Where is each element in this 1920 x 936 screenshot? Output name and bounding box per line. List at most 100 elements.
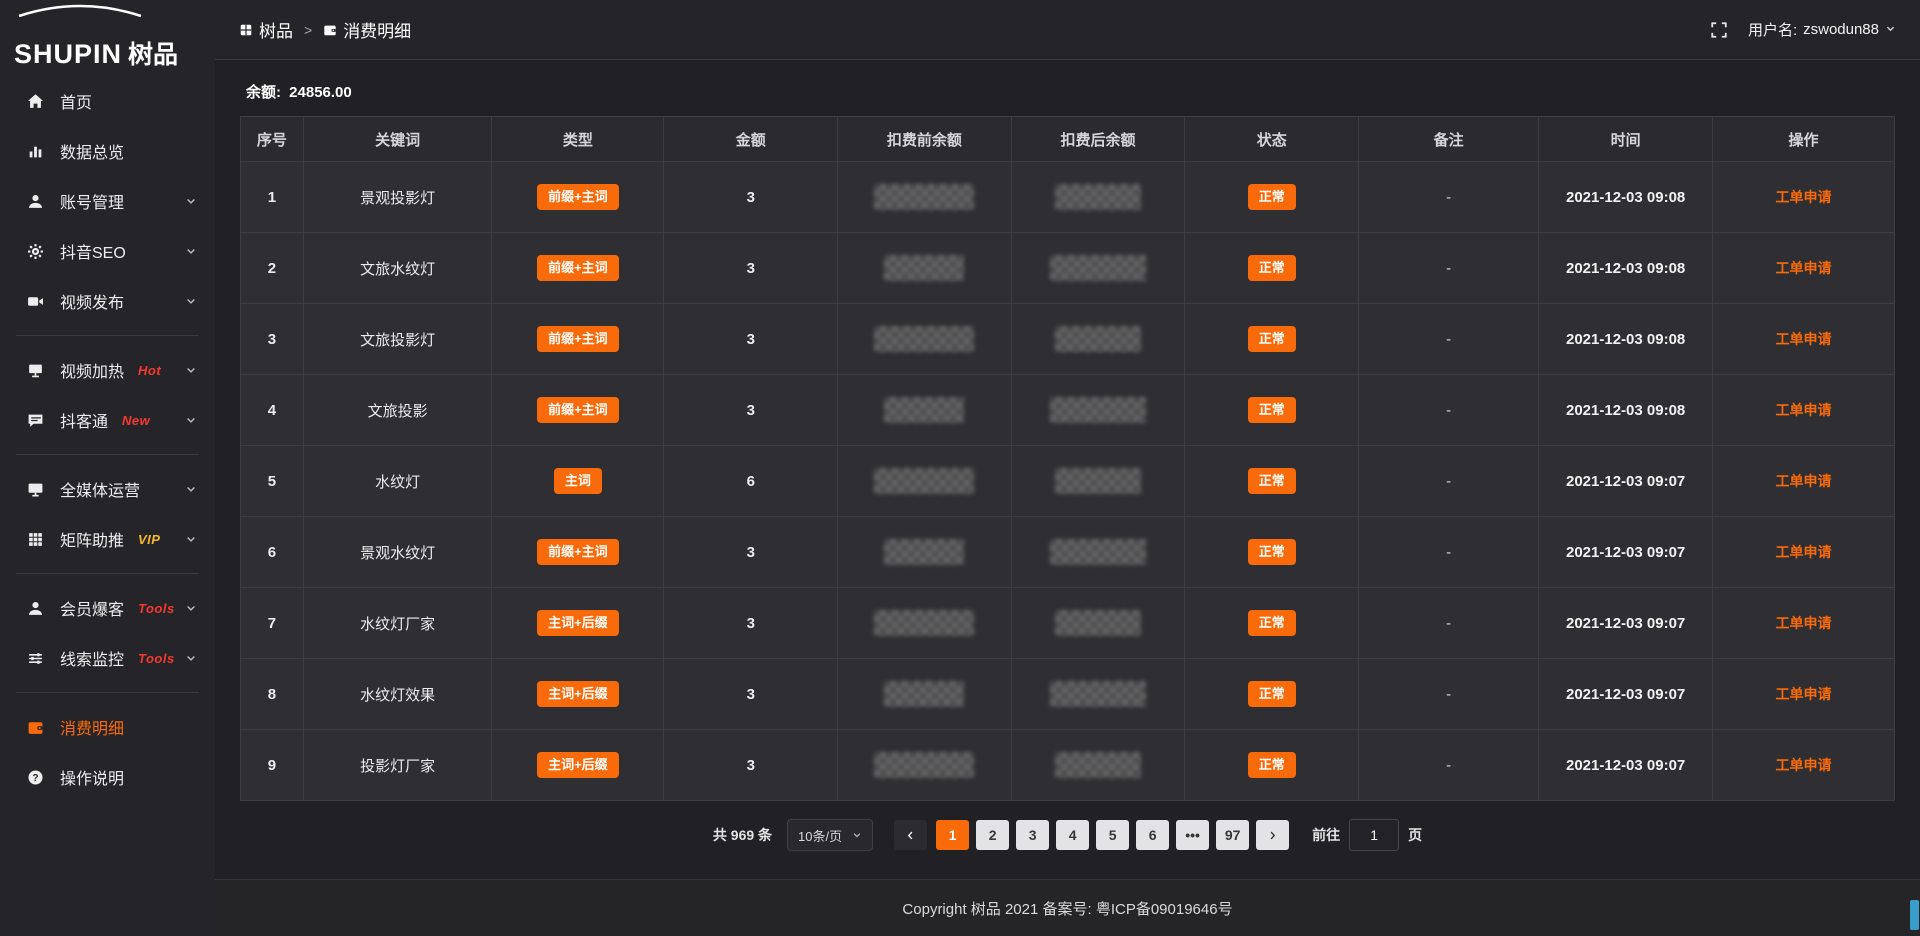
top-header: 树品 > 消费明细 用户名: zswodun88 xyxy=(215,0,1920,60)
page-button-6[interactable]: 6 xyxy=(1136,820,1169,850)
cell-post-balance xyxy=(1011,588,1185,659)
next-page-button[interactable] xyxy=(1256,820,1289,850)
type-badge: 前缀+主词 xyxy=(537,326,619,352)
work-order-link[interactable]: 工单申请 xyxy=(1775,757,1831,773)
sidebar-item-member-baoke[interactable]: 会员爆客Tools xyxy=(0,583,215,633)
prev-page-button[interactable] xyxy=(894,820,927,850)
sidebar-divider xyxy=(16,454,199,455)
masked-value xyxy=(874,610,974,636)
cell-time: 2021-12-03 09:08 xyxy=(1539,375,1713,446)
work-order-link[interactable]: 工单申请 xyxy=(1775,189,1831,205)
sidebar-divider xyxy=(16,335,199,336)
sidebar-item-video-publish[interactable]: 视频发布 xyxy=(0,276,215,326)
sidebar-item-label: 消费明细 xyxy=(60,715,124,739)
wallet-icon xyxy=(26,718,44,736)
page-button-3[interactable]: 3 xyxy=(1016,820,1049,850)
breadcrumb-item-current[interactable]: 消费明细 xyxy=(323,17,411,42)
sidebar-item-account-manage[interactable]: 账号管理 xyxy=(0,176,215,226)
masked-value xyxy=(1050,397,1146,423)
sidebar-item-douketong[interactable]: 抖客通 New xyxy=(0,395,215,445)
cell-status: 正常 xyxy=(1185,304,1359,375)
sidebar-item-label: 账号管理 xyxy=(60,189,124,213)
more-pages-button[interactable]: ••• xyxy=(1176,820,1209,850)
scrollbar-thumb[interactable] xyxy=(1910,900,1919,930)
chevron-down-icon xyxy=(185,195,197,207)
cell-post-balance xyxy=(1011,375,1185,446)
work-order-link[interactable]: 工单申请 xyxy=(1775,473,1831,489)
status-badge: 正常 xyxy=(1248,184,1296,210)
page-button-2[interactable]: 2 xyxy=(976,820,1009,850)
monitor-icon xyxy=(26,480,44,498)
user-dropdown[interactable]: 用户名: zswodun88 xyxy=(1748,19,1896,40)
page-buttons: 123456•••97 xyxy=(936,820,1249,850)
cell-keyword: 文旅投影 xyxy=(303,375,492,446)
work-order-link[interactable]: 工单申请 xyxy=(1775,402,1831,418)
cell-remark: - xyxy=(1359,162,1539,233)
sidebar-item-badge: New xyxy=(122,413,150,428)
work-order-link[interactable]: 工单申请 xyxy=(1775,331,1831,347)
sidebar-item-clue-monitor[interactable]: 线索监控Tools xyxy=(0,633,215,683)
footer: Copyright 树品 2021 备案号: 粤ICP备09019646号 xyxy=(215,879,1920,936)
cell-index: 8 xyxy=(241,659,304,730)
work-order-link[interactable]: 工单申请 xyxy=(1775,686,1831,702)
cell-index: 9 xyxy=(241,730,304,801)
cell-amount: 6 xyxy=(664,446,838,517)
sidebar-item-video-heat[interactable]: 视频加热Hot xyxy=(0,345,215,395)
masked-value xyxy=(884,255,964,281)
cell-time: 2021-12-03 09:08 xyxy=(1539,304,1713,375)
cell-amount: 3 xyxy=(664,588,838,659)
sidebar-item-media-operation[interactable]: 全媒体运营 xyxy=(0,464,215,514)
work-order-link[interactable]: 工单申请 xyxy=(1775,544,1831,560)
chevron-down-icon xyxy=(185,652,197,664)
masked-value xyxy=(884,539,964,565)
breadcrumb-item-home[interactable]: 树品 xyxy=(239,17,293,42)
sidebar-item-operation-guide[interactable]: ?操作说明 xyxy=(0,752,215,802)
sidebar-menu: 首页数据总览账号管理抖音SEO视频发布视频加热Hot 抖客通 New 全媒体运营矩阵助… xyxy=(0,76,215,802)
app-window: SHUPIN 树品 首页数据总览账号管理抖音SEO视频发布视频加热Hot抖客通N… xyxy=(0,0,1920,936)
cell-status: 正常 xyxy=(1185,588,1359,659)
page-button-4[interactable]: 4 xyxy=(1056,820,1089,850)
cell-type: 主词 xyxy=(492,446,664,517)
screen-icon xyxy=(26,361,44,379)
cell-remark: - xyxy=(1359,375,1539,446)
sidebar-item-home[interactable]: 首页 xyxy=(0,76,215,126)
sidebar-item-data-overview[interactable]: 数据总览 xyxy=(0,126,215,176)
type-badge: 前缀+主词 xyxy=(537,184,619,210)
work-order-link[interactable]: 工单申请 xyxy=(1775,260,1831,276)
cell-pre-balance xyxy=(838,517,1012,588)
sidebar-item-label: 抖客通 xyxy=(60,408,108,432)
cell-pre-balance xyxy=(838,375,1012,446)
page-size-select[interactable]: 10条/页 xyxy=(787,819,873,851)
page-button-1[interactable]: 1 xyxy=(936,820,969,850)
cell-time: 2021-12-03 09:07 xyxy=(1539,730,1713,801)
cell-amount: 3 xyxy=(664,517,838,588)
sidebar-item-matrix-boost[interactable]: 矩阵助推VIP xyxy=(0,514,215,564)
status-badge: 正常 xyxy=(1248,681,1296,707)
table-header-row: 序号关键词类型金额扣费前余额扣费后余额状态备注时间操作 xyxy=(241,117,1895,162)
sidebar-item-label: 线索监控 xyxy=(60,646,124,670)
home-icon xyxy=(26,92,44,110)
sidebar-item-douyin-seo[interactable]: 抖音SEO xyxy=(0,226,215,276)
cell-index: 4 xyxy=(241,375,304,446)
cell-time: 2021-12-03 09:08 xyxy=(1539,162,1713,233)
work-order-link[interactable]: 工单申请 xyxy=(1775,615,1831,631)
cell-index: 1 xyxy=(241,162,304,233)
page-button-97[interactable]: 97 xyxy=(1216,820,1249,850)
column-header: 关键词 xyxy=(303,117,492,162)
cell-remark: - xyxy=(1359,588,1539,659)
page-button-5[interactable]: 5 xyxy=(1096,820,1129,850)
cell-time: 2021-12-03 09:07 xyxy=(1539,446,1713,517)
cell-amount: 3 xyxy=(664,375,838,446)
cell-keyword: 投影灯厂家 xyxy=(303,730,492,801)
app-icon xyxy=(239,23,253,37)
cell-status: 正常 xyxy=(1185,730,1359,801)
cell-pre-balance xyxy=(838,588,1012,659)
goto-page-input[interactable] xyxy=(1349,819,1399,851)
table-row: 4文旅投影前缀+主词3正常-2021-12-03 09:08工单申请 xyxy=(241,375,1895,446)
cell-action: 工单申请 xyxy=(1712,730,1894,801)
cell-status: 正常 xyxy=(1185,233,1359,304)
wallet-icon xyxy=(323,23,337,37)
fullscreen-icon[interactable] xyxy=(1710,21,1728,39)
cell-keyword: 景观投影灯 xyxy=(303,162,492,233)
sidebar-item-consume-detail[interactable]: 消费明细 xyxy=(0,702,215,752)
